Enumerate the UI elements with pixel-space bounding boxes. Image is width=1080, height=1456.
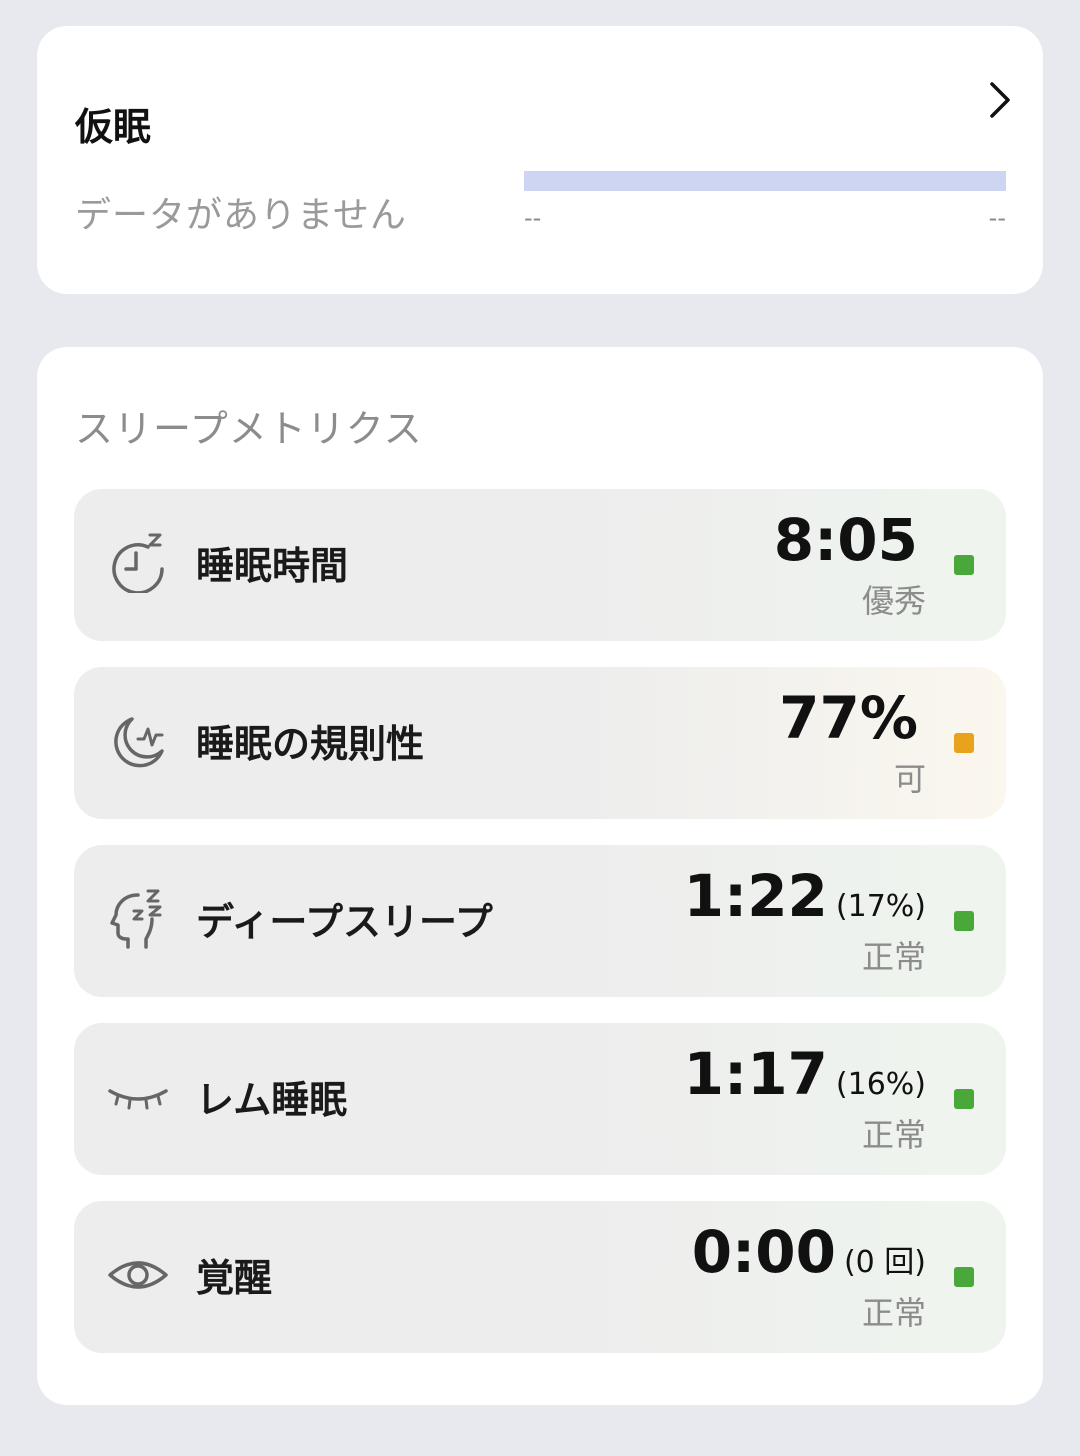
clock-zzz-icon	[112, 533, 164, 593]
metric-value-line: 77%	[779, 689, 926, 747]
nap-empty-text: データがありません	[75, 195, 407, 236]
status-dot	[954, 555, 974, 575]
status-dot	[954, 1267, 974, 1287]
metric-label: 睡眠時間	[196, 544, 349, 588]
metric-status: 正常	[861, 1116, 926, 1154]
metric-label: 睡眠の規則性	[196, 722, 425, 766]
metric-status: 優秀	[861, 582, 926, 620]
eye-icon	[108, 1261, 168, 1289]
metric-label: レム睡眠	[196, 1078, 348, 1122]
metric-value-line: 0:00 (0 回)	[692, 1223, 926, 1281]
status-dot	[954, 1089, 974, 1109]
nap-timeline-end: --	[988, 204, 1006, 232]
metric-value: 0:00	[691, 1218, 836, 1286]
metric-row-rem-sleep[interactable]: レム睡眠 1:17 (16%) 正常	[74, 1023, 1006, 1175]
metric-value-line: 8:05	[774, 511, 926, 569]
metric-status: 正常	[861, 938, 926, 976]
metric-row-sleep-regularity[interactable]: 睡眠の規則性 77% 可	[74, 667, 1006, 819]
metric-value: 77%	[779, 684, 918, 752]
status-dot	[954, 733, 974, 753]
nap-timeline-start: --	[524, 204, 542, 232]
metric-status: 正常	[861, 1294, 926, 1332]
metric-row-awake[interactable]: 覚醒 0:00 (0 回) 正常	[74, 1201, 1006, 1353]
chevron-right-icon[interactable]	[980, 80, 1020, 120]
metric-value-line: 1:22 (17%)	[684, 867, 926, 925]
metric-extra: (16%)	[835, 1067, 926, 1102]
status-dot	[954, 911, 974, 931]
metric-label: ディープスリープ	[196, 900, 493, 944]
metric-value: 1:22	[683, 862, 828, 930]
sleep-metrics-title: スリープメトリクス	[75, 407, 423, 451]
nap-title: 仮眠	[75, 105, 152, 149]
head-zzz-icon	[110, 889, 162, 949]
metric-status: 可	[893, 760, 926, 798]
sleep-metrics-card: スリープメトリクス 睡眠時間 8:05 優秀 睡眠の規則性 77% 可 ディープ…	[37, 347, 1043, 1405]
metric-extra: (17%)	[835, 889, 926, 924]
metric-extra: (0 回)	[843, 1245, 926, 1280]
metric-row-deep-sleep[interactable]: ディープスリープ 1:22 (17%) 正常	[74, 845, 1006, 997]
nap-timeline-bar	[524, 171, 1006, 191]
metric-value: 1:17	[683, 1040, 828, 1108]
closed-eye-icon	[108, 1089, 168, 1110]
metric-row-sleep-duration[interactable]: 睡眠時間 8:05 優秀	[74, 489, 1006, 641]
metric-label: 覚醒	[196, 1256, 273, 1300]
nap-card[interactable]: 仮眠 データがありません -- --	[37, 26, 1043, 294]
metric-value-line: 1:17 (16%)	[684, 1045, 926, 1103]
metric-value: 8:05	[773, 506, 918, 574]
moon-wave-icon	[114, 717, 164, 768]
